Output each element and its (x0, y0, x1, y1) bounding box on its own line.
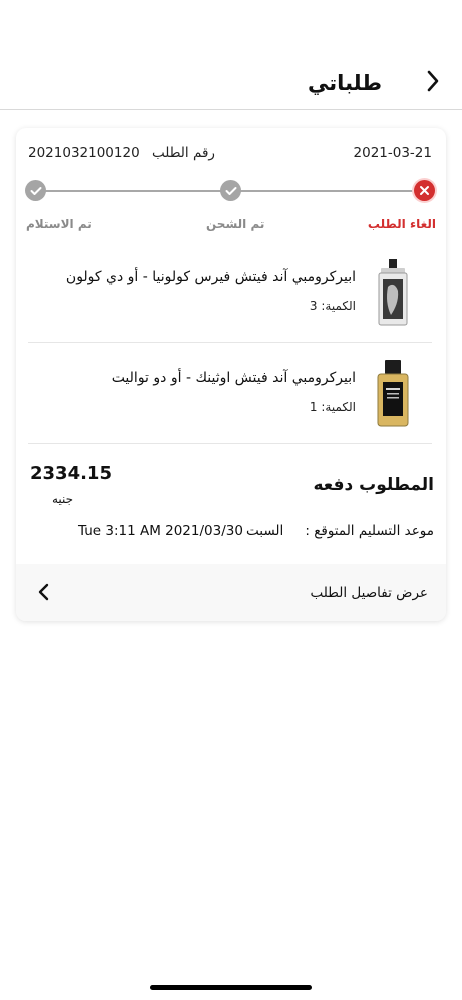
order-progress: الغاء الطلب تم الشحن تم الاستلام (16, 180, 446, 240)
cellular-signal-icon (367, 14, 385, 26)
status-bar (0, 0, 462, 44)
shipped-step-label: تم الشحن (206, 217, 265, 231)
status-icons (367, 14, 442, 26)
product-image (377, 360, 409, 427)
page-title: طلباتي (308, 71, 382, 95)
product-name: ابيركرومبي آند فيتش اوثينك - أو دو توالي… (111, 370, 356, 386)
product-quantity: الكمية: 1 (309, 400, 356, 414)
back-button[interactable] (418, 66, 448, 96)
order-item[interactable]: ابيركرومبي آند فيتش فيرس كولونيا - أو دي… (28, 243, 432, 343)
product-name: ابيركرومبي آند فيتش فيرس كولونيا - أو دي… (65, 269, 356, 285)
total-amount: 2334.15 (30, 463, 112, 484)
received-step-label: تم الاستلام (26, 217, 92, 231)
shipped-step-icon (220, 180, 241, 201)
received-step-icon (25, 180, 46, 201)
order-card: 2021-03-21 رقم الطلب 2021032100120 الغاء… (16, 128, 446, 621)
battery-icon (415, 14, 442, 26)
order-number-label: رقم الطلب (152, 145, 215, 161)
check-icon (30, 186, 41, 195)
app-header: طلباتي (0, 56, 462, 110)
product-quantity: الكمية: 3 (309, 299, 356, 313)
order-item[interactable]: ابيركرومبي آند فيتش اوثينك - أو دو توالي… (28, 344, 432, 444)
check-icon (225, 186, 236, 195)
delivery-date-label: موعد التسليم المتوقع : (305, 523, 434, 539)
delivery-date-value: Tue 3:11 AM 2021/03/30 (78, 523, 243, 539)
home-indicator[interactable] (150, 985, 312, 990)
view-order-details-button[interactable]: عرض تفاصيل الطلب (16, 564, 446, 621)
cancel-order-label[interactable]: الغاء الطلب (368, 217, 436, 231)
chevron-left-icon (38, 583, 49, 601)
close-icon (420, 186, 429, 195)
view-order-details-label: عرض تفاصيل الطلب (310, 585, 428, 601)
currency-label: جنيه (52, 492, 74, 506)
wifi-icon (392, 14, 408, 26)
chevron-right-icon (427, 70, 439, 92)
product-image (378, 259, 408, 326)
total-label: المطلوب دفعه (313, 475, 434, 495)
order-date: 2021-03-21 (353, 145, 432, 161)
cancel-step-icon (414, 180, 435, 201)
delivery-day: السبت (246, 523, 284, 539)
order-number: 2021032100120 (28, 145, 140, 161)
